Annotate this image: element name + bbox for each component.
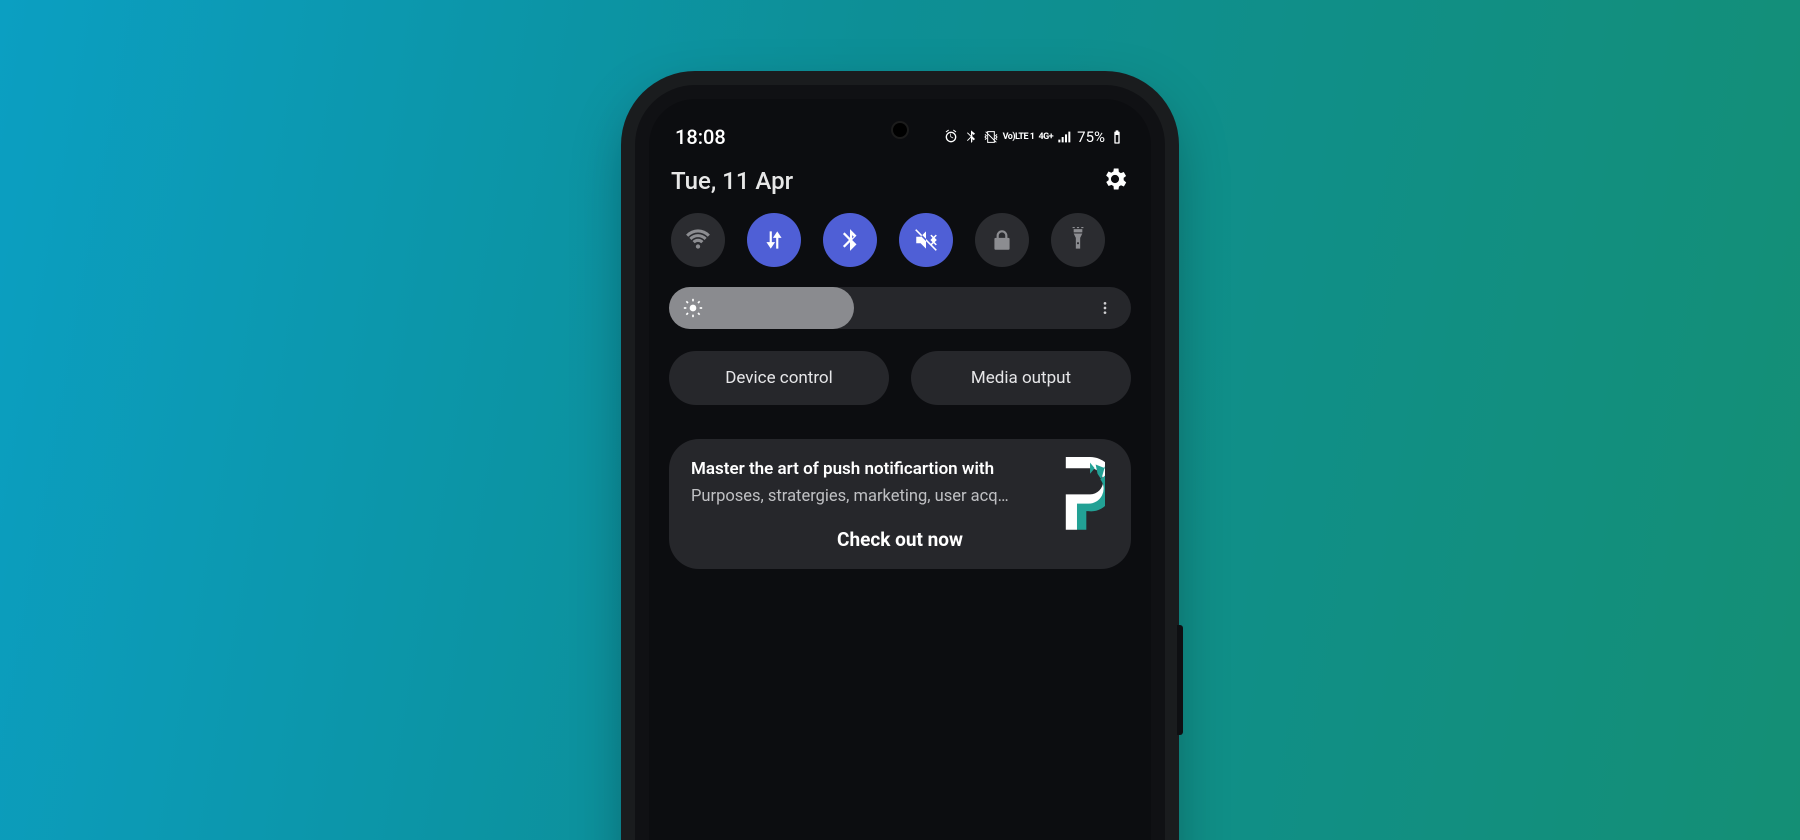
phone-frame: 18:08 Vo)LTE 1 bbox=[635, 85, 1165, 840]
bluetooth-icon bbox=[963, 129, 979, 145]
data-arrows-icon bbox=[761, 227, 787, 253]
date-label: Tue, 11 Apr bbox=[671, 167, 793, 195]
signal-icon bbox=[1057, 129, 1073, 145]
status-time: 18:08 bbox=[675, 125, 726, 149]
network-type-icon: 4G+ bbox=[1038, 133, 1053, 142]
panel-header: Tue, 11 Apr bbox=[669, 165, 1131, 197]
mute-toggle[interactable] bbox=[899, 213, 953, 267]
mobile-data-toggle[interactable] bbox=[747, 213, 801, 267]
side-button bbox=[1177, 625, 1183, 735]
lock-icon bbox=[989, 227, 1015, 253]
battery-text: 75% bbox=[1077, 128, 1105, 146]
quick-settings-row bbox=[669, 213, 1131, 267]
bluetooth-icon bbox=[837, 227, 863, 253]
notification-action[interactable]: Check out now bbox=[691, 528, 1109, 551]
vibrate-icon bbox=[983, 129, 999, 145]
wifi-toggle[interactable] bbox=[671, 213, 725, 267]
mute-vibrate-icon bbox=[913, 227, 939, 253]
notification-body: Purposes, stratergies, marketing, user a… bbox=[691, 487, 1021, 506]
volte-icon: Vo)LTE 1 bbox=[1003, 133, 1035, 142]
brightness-slider[interactable] bbox=[669, 287, 1131, 329]
wifi-icon bbox=[685, 227, 711, 253]
flashlight-icon bbox=[1065, 227, 1091, 253]
battery-icon bbox=[1109, 129, 1125, 145]
front-camera bbox=[893, 123, 907, 137]
bluetooth-toggle[interactable] bbox=[823, 213, 877, 267]
notification-app-icon bbox=[1049, 457, 1105, 525]
gear-icon bbox=[1101, 165, 1129, 193]
flashlight-toggle[interactable] bbox=[1051, 213, 1105, 267]
settings-button[interactable] bbox=[1101, 165, 1129, 197]
sun-icon bbox=[683, 298, 703, 318]
media-output-button[interactable]: Media output bbox=[911, 351, 1131, 405]
more-vert-icon[interactable] bbox=[1097, 300, 1113, 316]
rotation-lock-toggle[interactable] bbox=[975, 213, 1029, 267]
device-control-button[interactable]: Device control bbox=[669, 351, 889, 405]
control-buttons-row: Device control Media output bbox=[669, 351, 1131, 405]
alarm-icon bbox=[943, 129, 959, 145]
phone-screen: 18:08 Vo)LTE 1 bbox=[649, 99, 1151, 840]
notification-title: Master the art of push notificartion wit… bbox=[691, 459, 1011, 479]
notification-card[interactable]: Master the art of push notificartion wit… bbox=[669, 439, 1131, 569]
status-icons: Vo)LTE 1 4G+ 75% bbox=[943, 128, 1125, 146]
